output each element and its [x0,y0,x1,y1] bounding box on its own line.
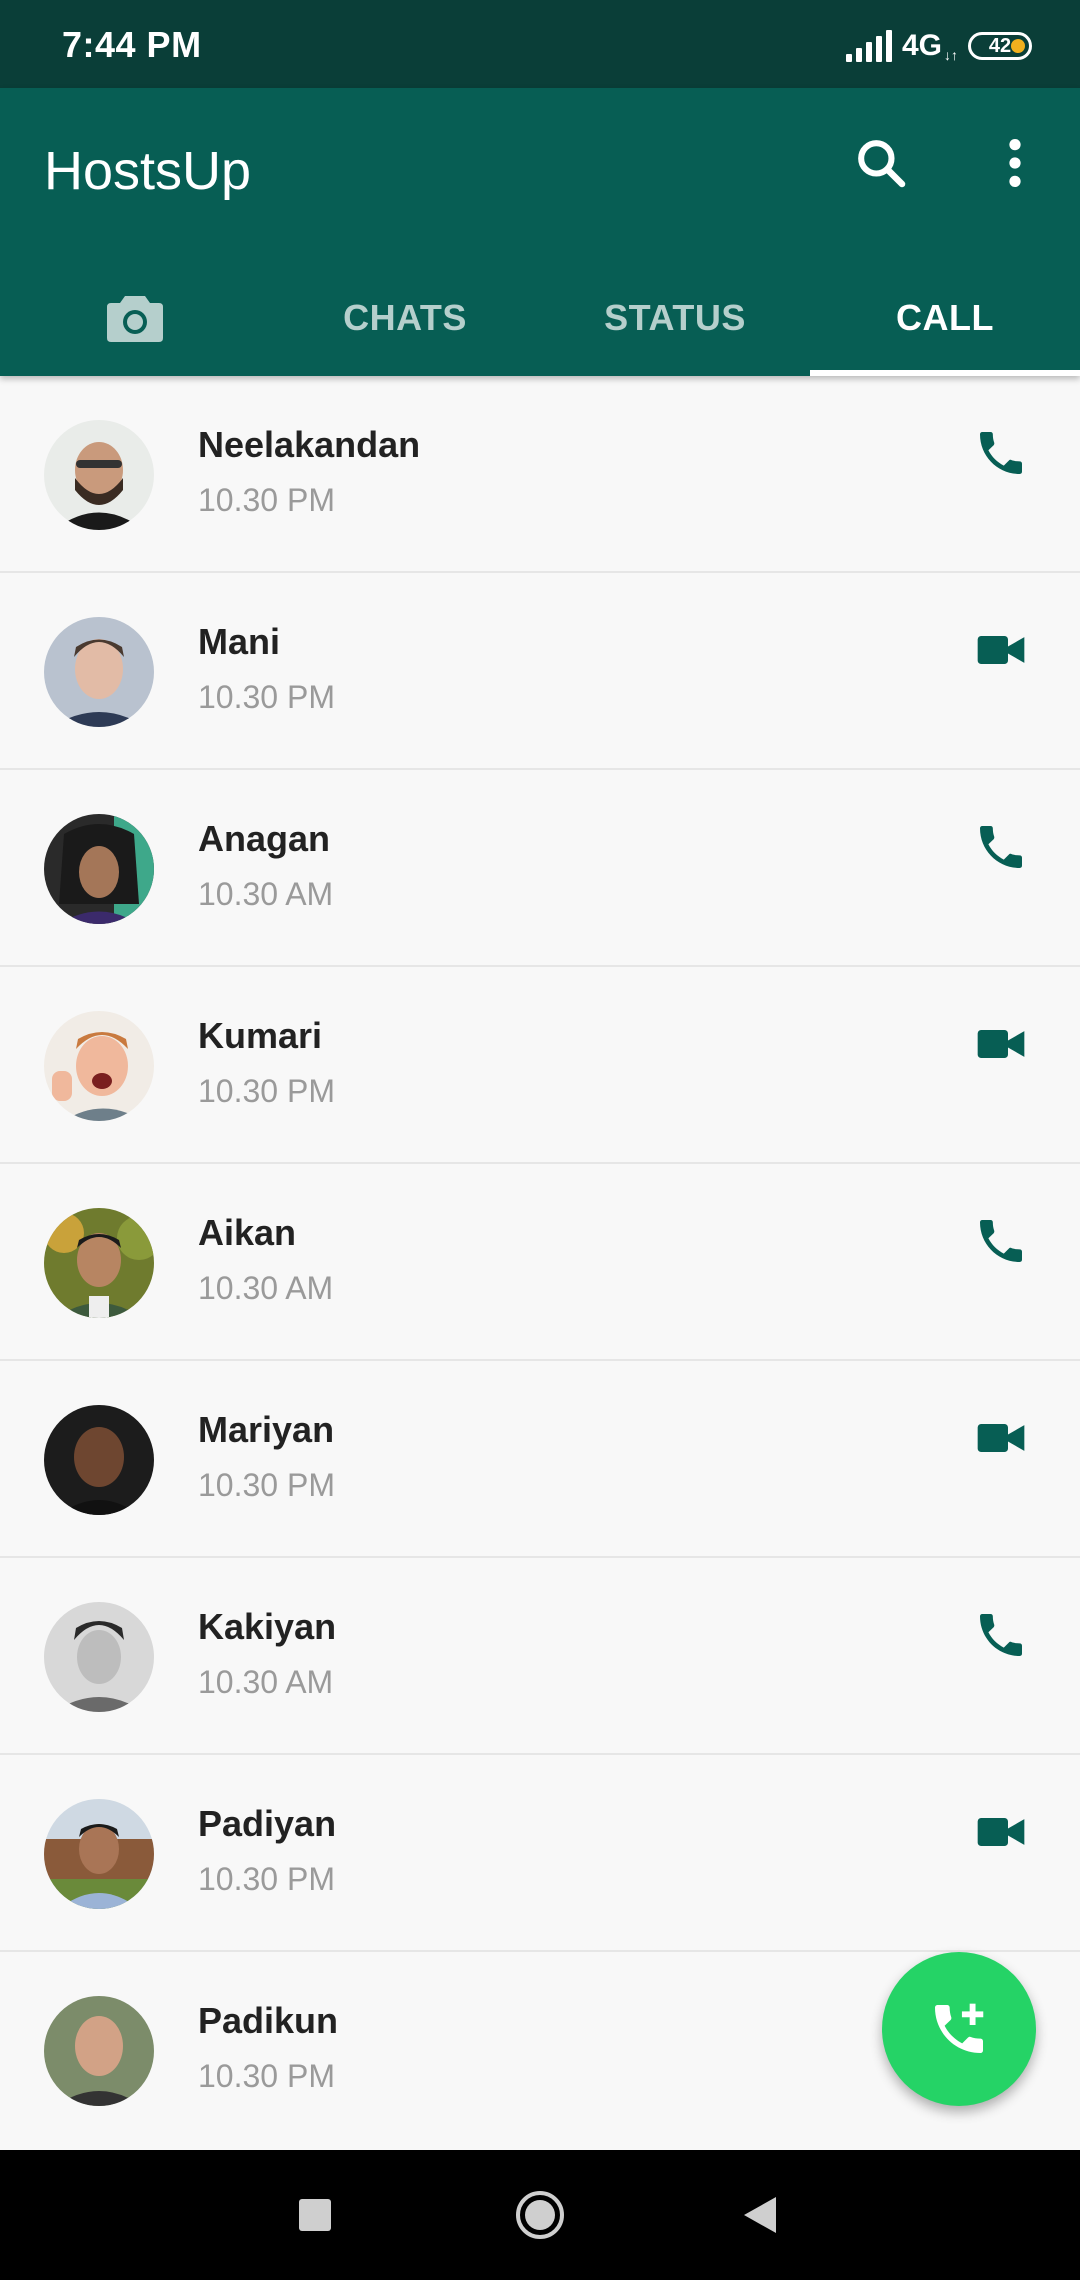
contact-name: Anagan [198,818,331,859]
tab-camera[interactable] [0,260,270,376]
voice-call-icon[interactable] [966,812,1036,882]
more-options-icon[interactable] [980,128,1050,198]
call-time: 10.30 AM [198,1664,334,1700]
call-row[interactable]: Neelakandan 10.30 PM [0,376,1080,573]
status-bar: 7:44 PM 4G ↓↑ 42 [0,0,1080,88]
video-call-icon[interactable] [966,1403,1036,1473]
avatar [44,420,154,530]
avatar [44,617,154,727]
add-call-icon [935,2003,984,2053]
avatar [44,1011,154,1121]
call-row[interactable]: Padiyan 10.30 PM [0,1755,1080,1952]
system-nav-bar [0,2150,1080,2280]
tab-call[interactable]: CALL [810,260,1080,376]
call-row[interactable]: Anagan 10.30 AM [0,770,1080,967]
avatar [44,1996,154,2106]
avatar [44,1799,154,1909]
video-call-icon[interactable] [966,615,1036,685]
contact-name: Kakiyan [198,1606,337,1647]
call-time: 10.30 AM [198,1270,334,1306]
app-bar: HostsUp CHATS STATUS CALL [0,88,1080,376]
contact-name: Aikan [198,1212,297,1253]
contact-name: Padikun [198,2000,339,2041]
call-row[interactable]: Aikan 10.30 AM [0,1164,1080,1361]
call-row[interactable]: Mani 10.30 PM [0,573,1080,770]
signal-icon [845,30,892,62]
battery-icon: 42 [968,32,1032,60]
avatar [44,814,154,924]
call-row[interactable]: Mariyan 10.30 PM [0,1361,1080,1558]
tab-chats[interactable]: CHATS [270,260,540,376]
contact-name: Mariyan [198,1409,335,1450]
status-time: 7:44 PM [62,24,202,65]
new-call-button[interactable] [882,1952,1036,2106]
voice-call-icon[interactable] [966,1600,1036,1670]
contact-name: Padiyan [198,1803,337,1844]
call-row[interactable]: Kakiyan 10.30 AM [0,1558,1080,1755]
call-row[interactable]: Kumari 10.30 PM [0,967,1080,1164]
avatar [44,1208,154,1318]
recents-button[interactable] [280,2180,350,2250]
call-time: 10.30 PM [198,482,335,518]
video-call-icon[interactable] [966,1009,1036,1079]
call-time: 10.30 AM [198,876,334,912]
call-time: 10.30 PM [198,2058,335,2094]
home-button[interactable] [505,2180,575,2250]
search-icon[interactable] [846,128,916,198]
video-call-icon[interactable] [966,1797,1036,1867]
contact-name: Neelakandan [198,424,421,465]
voice-call-icon[interactable] [966,1206,1036,1276]
network-type: 4G ↓↑ [901,29,958,63]
call-time: 10.30 PM [198,1861,335,1897]
contact-name: Mani [198,621,281,662]
call-list: Neelakandan 10.30 PM Mani 10.30 PM Anaga… [0,376,1080,2149]
battery-level: 42 [988,34,1012,57]
contact-name: Kumari [198,1015,323,1056]
app-title: HostsUp [44,141,252,201]
avatar [44,1405,154,1515]
status-indicators: 4G ↓↑ 42 [845,26,1032,66]
call-time: 10.30 PM [198,1467,335,1503]
camera-icon [107,296,163,342]
back-button[interactable] [725,2180,795,2250]
call-time: 10.30 PM [198,1073,335,1109]
call-time: 10.30 PM [198,679,335,715]
avatar [44,1602,154,1712]
voice-call-icon[interactable] [966,418,1036,488]
tab-bar: CHATS STATUS CALL [0,260,1080,376]
tab-status[interactable]: STATUS [540,260,810,376]
